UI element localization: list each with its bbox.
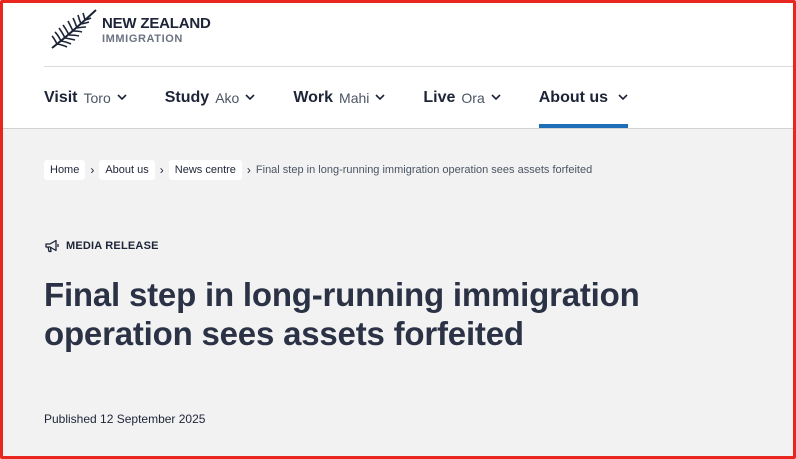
breadcrumb-separator: › — [159, 163, 164, 178]
megaphone-icon — [45, 239, 59, 253]
nav-label-mi: Toro — [83, 89, 111, 106]
chevron-down-icon — [491, 94, 501, 101]
chevron-down-icon — [618, 94, 628, 101]
brand-name: NEW ZEALAND — [102, 14, 211, 32]
article-category: MEDIA RELEASE — [44, 239, 159, 253]
nav-label-mi: Mahi — [339, 89, 370, 106]
nav-item-work[interactable]: Work Mahi — [293, 67, 385, 128]
chevron-down-icon — [245, 94, 255, 101]
site-header: NEW ZEALAND IMMIGRATION Visit Toro Study… — [0, 0, 796, 128]
nav-item-live[interactable]: Live Ora — [423, 67, 501, 128]
nav-label-mi: Ako — [215, 89, 240, 106]
page-title: Final step in long-running immigration o… — [44, 276, 640, 352]
breadcrumb-separator: › — [246, 163, 251, 178]
nz-immigration-logo[interactable]: NEW ZEALAND IMMIGRATION — [48, 8, 211, 52]
nav-item-about-us[interactable]: About us — [538, 67, 629, 128]
main-nav: Visit Toro Study Ako Work Mahi Live Ora … — [44, 67, 629, 128]
breadcrumb-home[interactable]: Home — [44, 160, 86, 181]
nav-label-en: Visit — [44, 88, 78, 106]
breadcrumb-separator: › — [90, 163, 95, 178]
published-date: Published 12 September 2025 — [44, 412, 206, 426]
nav-item-study[interactable]: Study Ako — [165, 67, 256, 128]
nav-label-en: Study — [164, 88, 210, 106]
chevron-down-icon — [117, 94, 127, 101]
nav-label-mi: Ora — [461, 89, 485, 106]
nav-item-visit[interactable]: Visit Toro — [44, 67, 127, 128]
nav-label-en: About us — [538, 88, 609, 106]
nav-label-en: Work — [293, 88, 334, 106]
breadcrumb-about-us[interactable]: About us — [99, 160, 155, 181]
nav-label-en: Live — [423, 88, 456, 106]
breadcrumb-current: Final step in long-running immigration o… — [255, 164, 593, 177]
chevron-down-icon — [375, 94, 385, 101]
brand-subtitle: IMMIGRATION — [102, 32, 183, 45]
breadcrumb-news-centre[interactable]: News centre — [168, 160, 242, 181]
category-label: MEDIA RELEASE — [66, 240, 159, 252]
silver-fern-icon — [51, 9, 97, 49]
breadcrumb: Home › About us › News centre › Final st… — [44, 160, 593, 181]
